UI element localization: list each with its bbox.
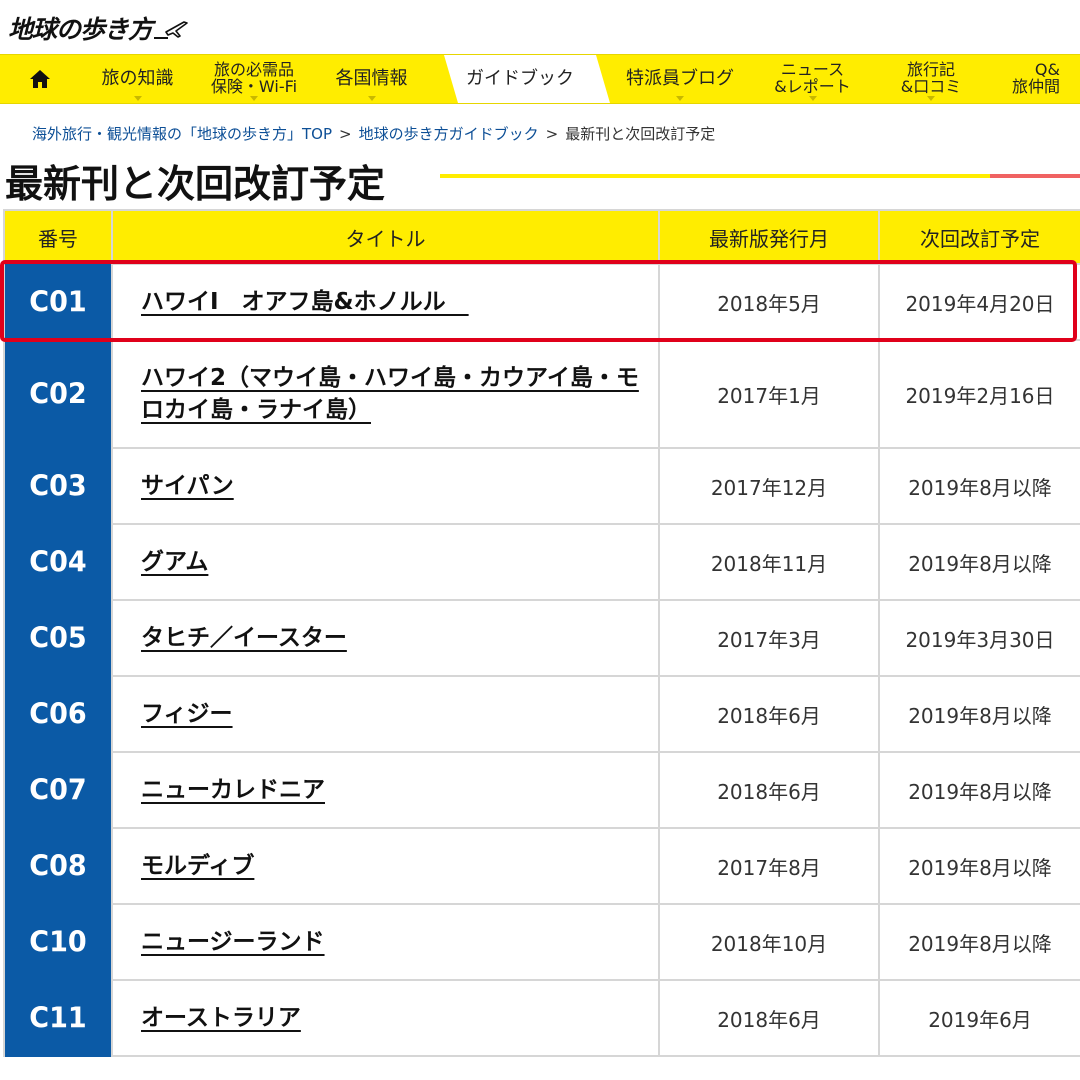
book-title-cell: フィジー <box>111 675 660 753</box>
book-title-link[interactable]: ハワイ2（マウイ島・ハワイ島・カウアイ島・モロカイ島・ラナイ島） <box>141 365 639 423</box>
book-code: C07 <box>3 749 113 831</box>
page-title: 最新刊と次回改訂予定 <box>5 162 386 206</box>
book-title-cell: オーストラリア <box>111 979 660 1057</box>
nav-item-travelogue[interactable]: 旅行記 &口コミ <box>875 55 987 103</box>
breadcrumb: 海外旅行・観光情報の「地球の歩き方」TOP > 地球の歩き方ガイドブック > 最新刊と次… <box>32 123 715 144</box>
airplane-icon <box>154 21 188 39</box>
book-title-link[interactable]: ニューカレドニア <box>141 777 325 803</box>
published-month: 2018年6月 <box>658 979 880 1057</box>
book-code: C11 <box>3 977 113 1059</box>
book-code: C03 <box>3 445 113 527</box>
nav-item-news[interactable]: ニュース &レポート <box>750 55 875 103</box>
title-underline-red <box>990 174 1080 178</box>
nav-item-knowledge[interactable]: 旅の知識 <box>80 55 195 103</box>
book-title-cell: サイパン <box>111 447 660 525</box>
next-revision: 2019年8月以降 <box>878 827 1080 905</box>
book-code: C06 <box>3 673 113 755</box>
published-month: 2017年12月 <box>658 447 880 525</box>
book-title-cell: ハワイⅠ オアフ島&ホノルル <box>111 263 660 341</box>
table-row: C01 ハワイⅠ オアフ島&ホノルル 2018年5月 2019年4月20日 <box>3 261 1080 343</box>
site-logo[interactable]: 地球の歩き方 <box>8 8 188 48</box>
book-code: C05 <box>3 597 113 679</box>
published-month: 2018年10月 <box>658 903 880 981</box>
caret-down-icon <box>927 96 935 101</box>
nav-home[interactable] <box>0 55 80 103</box>
book-title-link[interactable]: モルディブ <box>141 853 254 879</box>
next-revision: 2019年8月以降 <box>878 751 1080 829</box>
next-revision: 2019年8月以降 <box>878 523 1080 601</box>
breadcrumb-separator: > <box>545 125 559 143</box>
book-code: C10 <box>3 901 113 983</box>
book-code: C04 <box>3 521 113 603</box>
published-month: 2018年5月 <box>658 263 880 341</box>
table-row: C03 サイパン 2017年12月 2019年8月以降 <box>3 445 1080 527</box>
table-row: C07 ニューカレドニア 2018年6月 2019年8月以降 <box>3 749 1080 831</box>
nav-item-guidebook[interactable]: ガイドブック <box>430 55 610 103</box>
header-published: 最新版発行月 <box>658 209 880 265</box>
next-revision: 2019年8月以降 <box>878 447 1080 525</box>
breadcrumb-link-top[interactable]: 海外旅行・観光情報の「地球の歩き方」TOP <box>32 125 332 143</box>
caret-down-icon <box>133 96 142 101</box>
table-row: C11 オーストラリア 2018年6月 2019年6月 <box>3 977 1080 1059</box>
next-revision: 2019年2月16日 <box>878 339 1080 449</box>
table-row: C10 ニュージーランド 2018年10月 2019年8月以降 <box>3 901 1080 983</box>
global-nav: 旅の知識 旅の必需品 保険・Wi-Fi 各国情報 ガイドブック 特派員ブログ ニ… <box>0 54 1080 104</box>
header-next-revision: 次回改訂予定 <box>878 209 1080 265</box>
book-code: C08 <box>3 825 113 907</box>
caret-down-icon <box>250 96 258 101</box>
caret-down-icon <box>676 96 684 101</box>
nav-item-qa[interactable]: Q& 旅仲間 <box>987 55 1060 103</box>
book-title-cell: ニューカレドニア <box>111 751 660 829</box>
next-revision: 2019年4月20日 <box>878 263 1080 341</box>
table-row: C02 ハワイ2（マウイ島・ハワイ島・カウアイ島・モロカイ島・ラナイ島） 201… <box>3 336 1080 452</box>
book-title-link[interactable]: タヒチ／イースター <box>141 625 347 651</box>
book-title-link[interactable]: ハワイⅠ オアフ島&ホノルル <box>141 289 469 315</box>
published-month: 2017年8月 <box>658 827 880 905</box>
table-row: C05 タヒチ／イースター 2017年3月 2019年3月30日 <box>3 597 1080 679</box>
book-title-link[interactable]: オーストラリア <box>141 1005 301 1031</box>
header-title: タイトル <box>111 209 660 265</box>
home-icon <box>30 70 50 88</box>
caret-down-icon <box>808 96 817 101</box>
table-header-row: 番号 タイトル 最新版発行月 次回改訂予定 <box>3 209 1080 265</box>
published-month: 2018年6月 <box>658 751 880 829</box>
book-code: C01 <box>3 261 113 343</box>
logo-text: 地球の歩き方 <box>8 15 153 44</box>
nav-item-correspondent-blog[interactable]: 特派員ブログ <box>610 55 750 103</box>
next-revision: 2019年3月30日 <box>878 599 1080 677</box>
book-title-link[interactable]: サイパン <box>141 473 234 499</box>
book-title-cell: モルディブ <box>111 827 660 905</box>
published-month: 2018年11月 <box>658 523 880 601</box>
book-title-cell: ニュージーランド <box>111 903 660 981</box>
book-title-cell: ハワイ2（マウイ島・ハワイ島・カウアイ島・モロカイ島・ラナイ島） <box>111 339 660 449</box>
book-title-link[interactable]: フィジー <box>141 701 233 727</box>
book-title-cell: グアム <box>111 523 660 601</box>
next-revision: 2019年6月 <box>878 979 1080 1057</box>
next-revision: 2019年8月以降 <box>878 903 1080 981</box>
table-row: C06 フィジー 2018年6月 2019年8月以降 <box>3 673 1080 755</box>
book-title-link[interactable]: ニュージーランド <box>141 929 325 955</box>
next-revision: 2019年8月以降 <box>878 675 1080 753</box>
table-row: C04 グアム 2018年11月 2019年8月以降 <box>3 521 1080 603</box>
breadcrumb-current: 最新刊と次回改訂予定 <box>565 125 716 143</box>
breadcrumb-separator: > <box>339 125 352 143</box>
book-title-cell: タヒチ／イースター <box>111 599 660 677</box>
nav-item-country-info[interactable]: 各国情報 <box>313 55 430 103</box>
book-title-link[interactable]: グアム <box>141 549 208 575</box>
header-number: 番号 <box>3 209 113 265</box>
nav-item-essentials[interactable]: 旅の必需品 保険・Wi-Fi <box>195 55 313 103</box>
breadcrumb-link-guidebook[interactable]: 地球の歩き方ガイドブック <box>359 125 539 143</box>
guidebook-table: 番号 タイトル 最新版発行月 次回改訂予定 C01 ハワイⅠ オアフ島&ホノルル… <box>3 209 1080 1059</box>
published-month: 2017年1月 <box>658 339 880 449</box>
published-month: 2018年6月 <box>658 675 880 753</box>
table-row: C08 モルディブ 2017年8月 2019年8月以降 <box>3 825 1080 907</box>
caret-down-icon <box>367 96 376 101</box>
book-code: C02 <box>3 336 113 452</box>
title-underline-yellow <box>440 174 990 178</box>
published-month: 2017年3月 <box>658 599 880 677</box>
